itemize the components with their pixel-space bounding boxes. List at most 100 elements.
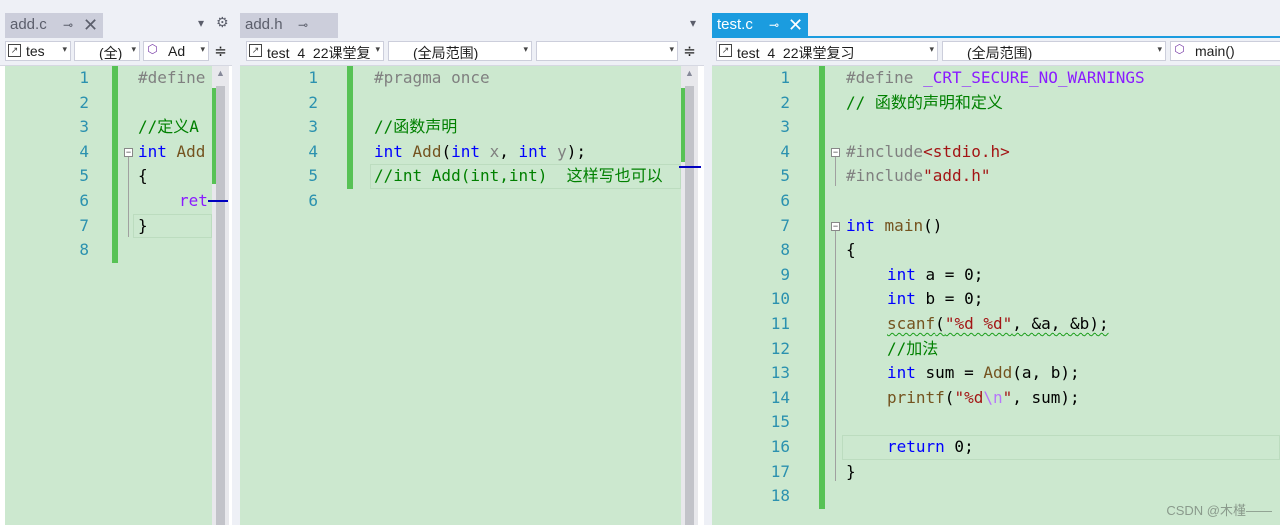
project-dropdown[interactable]: ↗ test_4_22课堂复习 ▾ <box>716 41 938 61</box>
code-line-3: //函数声明 <box>374 117 458 137</box>
pin-icon[interactable]: ⊸ <box>298 18 308 32</box>
member-dropdown[interactable]: ▾ <box>536 41 678 61</box>
member-dropdown[interactable]: ⬡ Ad ▾ <box>143 41 209 61</box>
collapse-icon[interactable]: − <box>831 222 840 231</box>
line-number: 3 <box>780 117 790 137</box>
code-line-5: //int Add(int,int) 这样写也可以 <box>374 166 663 186</box>
vertical-scrollbar[interactable]: ▲ <box>208 66 229 525</box>
vertical-scrollbar[interactable]: ▲ <box>679 66 701 525</box>
chevron-down-icon: ▾ <box>131 44 136 54</box>
tab-add-h[interactable]: add.h ⊸ <box>240 13 338 38</box>
line-number: 7 <box>79 215 89 235</box>
line-number: 11 <box>770 314 790 333</box>
caret-marker <box>679 166 701 168</box>
member-dropdown[interactable]: ⬡ main() <box>1170 41 1280 61</box>
split-view-button[interactable]: ≑ <box>212 42 229 62</box>
code-line-17: } <box>846 461 856 481</box>
editor-pane-add-c: add.c ⊸ ✕ ▾ ⚙ ↗ tes ▾ (全) ▾ ⬡ Ad ▾ ≑ 1 2… <box>0 0 232 525</box>
chevron-down-icon: ▾ <box>200 44 205 54</box>
line-number: 3 <box>79 117 89 137</box>
watermark: CSDN @木槿—— <box>1166 503 1272 518</box>
code-line-5: { <box>138 166 148 186</box>
cube-icon: ⬡ <box>1173 42 1186 57</box>
tab-row: add.c ⊸ ✕ ▾ ⚙ <box>0 0 232 38</box>
code-line-8: { <box>846 240 856 260</box>
line-number: 7 <box>780 215 790 235</box>
gear-icon[interactable]: ⚙ <box>216 14 229 31</box>
change-bar <box>819 66 825 509</box>
line-number: 15 <box>770 412 790 432</box>
scroll-up-icon[interactable]: ▲ <box>681 68 698 78</box>
tab-overflow-icon[interactable]: ▾ <box>690 16 696 30</box>
line-number: 1 <box>308 68 318 87</box>
code-line-7: int main() <box>846 215 943 235</box>
code-line-13: int sum = Add(a, b); <box>887 363 1080 383</box>
chevron-down-icon: ▾ <box>523 44 528 54</box>
scrollbar-thumb[interactable] <box>216 86 225 525</box>
line-number: 17 <box>770 461 790 481</box>
change-marker <box>212 88 216 184</box>
tab-test-c[interactable]: test.c ⊸ ✕ <box>712 13 808 38</box>
tab-label: add.h <box>245 16 283 33</box>
scrollbar-thumb[interactable] <box>685 86 694 525</box>
code-line-3: //定义A <box>138 117 199 137</box>
line-number: 6 <box>308 191 318 210</box>
line-number: 1 <box>79 68 89 87</box>
line-number: 9 <box>780 264 790 284</box>
code-editor[interactable]: 1 2 3 4 5 6 7 8 − #define //定义A int Add … <box>5 66 212 525</box>
scope-dropdown[interactable]: (全局范围) ▾ <box>942 41 1166 61</box>
tab-add-c[interactable]: add.c ⊸ ✕ <box>5 13 103 38</box>
project-icon: ↗ <box>8 44 21 57</box>
line-number: 3 <box>308 117 318 137</box>
fold-guide <box>128 157 129 237</box>
scope-dropdown[interactable]: (全) ▾ <box>74 41 140 61</box>
navigation-bar: ↗ tes ▾ (全) ▾ ⬡ Ad ▾ ≑ <box>0 38 232 66</box>
line-number: 10 <box>770 289 790 309</box>
line-number: 4 <box>780 141 790 161</box>
chevron-down-icon: ▾ <box>929 44 934 54</box>
pin-icon[interactable]: ⊸ <box>769 18 779 32</box>
chevron-down-icon: ▾ <box>62 44 67 54</box>
split-view-button[interactable]: ≑ <box>681 42 698 62</box>
caret-marker <box>208 200 228 202</box>
editor-pane-add-h: add.h ⊸ ▾ ↗ test_4_22课堂复 ▾ (全局范围) ▾ ▾ ≑ … <box>240 0 704 525</box>
tab-row: test.c ⊸ ✕ <box>712 0 1280 38</box>
close-icon[interactable]: ✕ <box>83 14 98 36</box>
scroll-up-icon[interactable]: ▲ <box>212 68 229 78</box>
code-editor[interactable]: 1 2 3 4 5 6 7 8 9 10 11 12 13 14 15 16 1… <box>712 66 1280 525</box>
line-number: 14 <box>770 387 790 407</box>
code-line-7: } <box>138 215 148 235</box>
collapse-icon[interactable]: − <box>831 148 840 157</box>
pin-icon[interactable]: ⊸ <box>63 18 73 32</box>
close-icon[interactable]: ✕ <box>788 14 803 36</box>
code-line-10: int b = 0; <box>887 289 984 309</box>
line-number: 2 <box>308 92 318 112</box>
project-icon: ↗ <box>249 44 262 57</box>
line-number: 6 <box>780 191 790 210</box>
pane-divider[interactable] <box>232 0 240 525</box>
line-number: 5 <box>780 166 790 186</box>
project-icon: ↗ <box>719 44 732 57</box>
code-line-4: #include<stdio.h> <box>846 141 1010 161</box>
tab-label: add.c <box>10 16 47 33</box>
scope-dropdown[interactable]: (全局范围) ▾ <box>388 41 532 61</box>
cube-icon: ⬡ <box>146 42 159 57</box>
code-line-16: return 0; <box>887 437 974 456</box>
line-number: 4 <box>308 141 318 161</box>
code-line-1: #define <box>138 68 206 87</box>
line-number: 16 <box>770 437 790 456</box>
line-number: 12 <box>770 338 790 358</box>
project-dropdown[interactable]: ↗ tes ▾ <box>5 41 71 61</box>
project-dropdown[interactable]: ↗ test_4_22课堂复 ▾ <box>246 41 384 61</box>
pane-divider[interactable] <box>704 0 712 525</box>
line-number: 13 <box>770 363 790 383</box>
code-line-9: int a = 0; <box>887 264 984 284</box>
change-bar <box>112 66 118 263</box>
editor-pane-test-c: test.c ⊸ ✕ ↗ test_4_22课堂复习 ▾ (全局范围) ▾ ⬡ … <box>712 0 1280 525</box>
code-line-11: scanf("%d %d", &a, &b); <box>887 314 1109 333</box>
collapse-icon[interactable]: − <box>124 148 133 157</box>
tab-overflow-icon[interactable]: ▾ <box>198 16 204 30</box>
code-line-2: // 函数的声明和定义 <box>846 92 1003 112</box>
code-editor[interactable]: 1 2 3 4 5 6 #pragma once //函数声明 int Add(… <box>240 66 681 525</box>
change-bar <box>347 66 353 189</box>
